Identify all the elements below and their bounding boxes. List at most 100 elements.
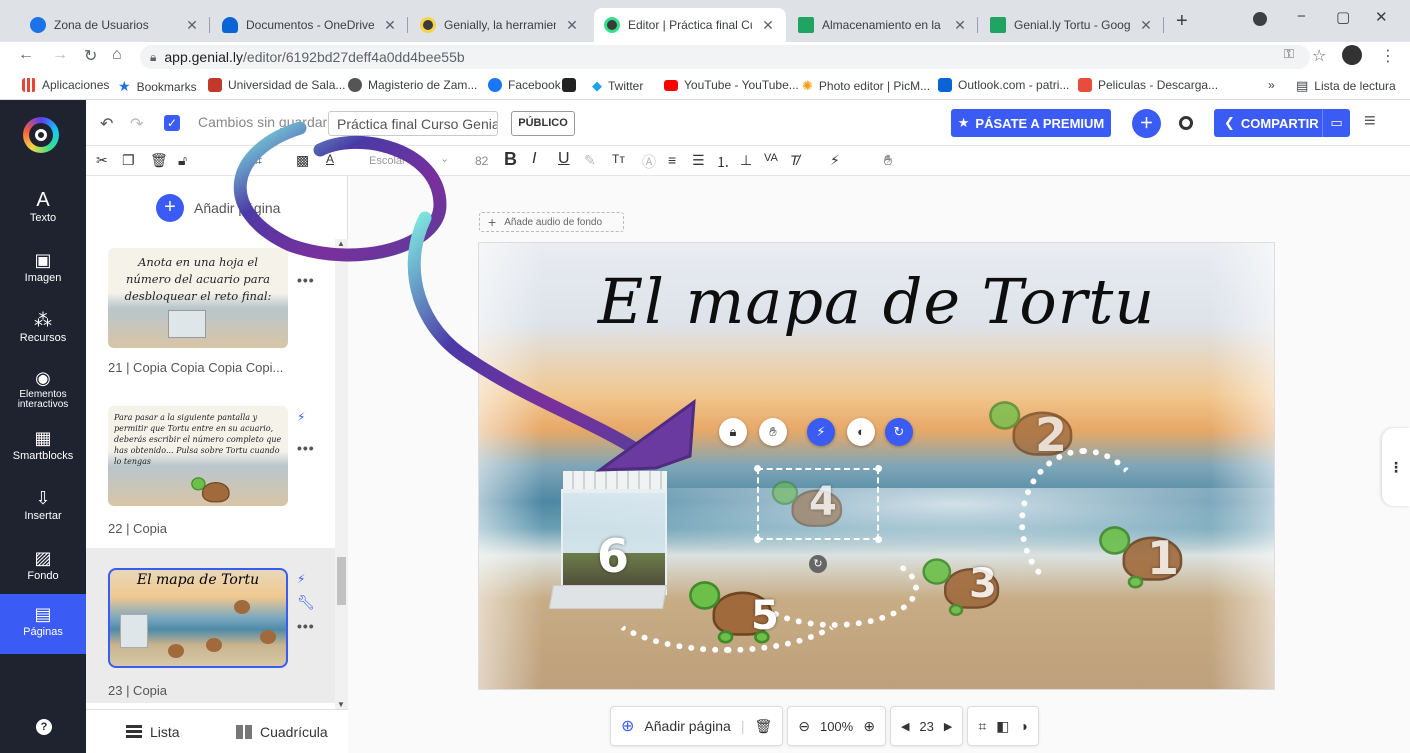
transparency-icon[interactable]: ▩ <box>296 152 309 169</box>
rotate-handle-icon[interactable]: ↻ <box>809 555 827 573</box>
minimize-icon[interactable]: − <box>1297 8 1306 25</box>
close-tab-icon[interactable]: ✕ <box>564 17 580 34</box>
interactivity-icon[interactable]: ⚡︎ <box>830 152 840 169</box>
close-tab-icon[interactable]: ✕ <box>760 17 776 34</box>
sidebar-item-fondo[interactable]: ▨ Fondo <box>0 538 86 598</box>
page-thumbnail-selected[interactable]: El mapa de Tortu <box>108 568 288 668</box>
align-icon[interactable]: ≡ <box>668 152 676 168</box>
interactivity-icon[interactable]: ⚡︎ <box>297 410 305 424</box>
bookmark-star-icon[interactable]: ☆ <box>1312 46 1326 66</box>
chevron-down-icon[interactable]: ⌄ <box>440 152 449 165</box>
browser-menu-icon[interactable]: ⋮ <box>1380 46 1396 66</box>
reload-icon[interactable]: ↻ <box>84 46 97 66</box>
scroll-down-icon[interactable]: ▼ <box>337 700 345 709</box>
scrollbar-thumb[interactable] <box>337 557 346 605</box>
page-thumbnail[interactable]: Para pasar a la siguiente pantalla y per… <box>108 406 288 506</box>
bookmark-item[interactable]: Peliculas - Descarga... <box>1078 78 1218 92</box>
close-tab-icon[interactable]: ✕ <box>1138 17 1154 34</box>
sidebar-item-recursos[interactable]: ⁂ Recursos <box>0 300 86 360</box>
browser-tab[interactable]: Documentos - OneDrive ✕ <box>212 8 408 42</box>
browser-tab[interactable]: Zona de Usuarios ✕ <box>20 8 210 42</box>
wrench-icon[interactable]: 🔧︎ <box>297 594 315 611</box>
page-options-icon[interactable]: ••• <box>297 618 315 634</box>
delete-icon[interactable]: 🗑︎ <box>150 152 168 169</box>
redo-icon[interactable]: ↷ <box>130 114 143 134</box>
sidebar-item-imagen[interactable]: ▣ Imagen <box>0 240 86 300</box>
split-view-icon[interactable]: ◧ <box>996 718 1009 735</box>
present-icon[interactable]: ▭ <box>1322 109 1350 137</box>
address-bar[interactable]: 🔒︎ app.genial.ly/editor/6192bd27deff4a0d… <box>140 45 1310 69</box>
cut-icon[interactable]: ✂ <box>96 152 108 169</box>
italic-icon[interactable]: I <box>532 150 536 168</box>
scroll-up-icon[interactable]: ▲ <box>337 239 345 248</box>
public-button[interactable]: PÚBLICO <box>511 111 575 136</box>
element-visibility-icon[interactable]: ◐ <box>847 418 875 446</box>
browser-tab[interactable]: Genial.ly Tortu - Google Dri ✕ <box>980 8 1164 42</box>
prev-page-icon[interactable]: ◀ <box>901 720 909 733</box>
back-icon[interactable]: ← <box>18 46 34 64</box>
view-grid-tab[interactable]: Cuadrícula <box>236 724 328 740</box>
home-icon[interactable]: ⌂ <box>112 46 122 64</box>
bookmark-item[interactable]: ◆ Twitter <box>592 78 643 94</box>
underline-icon[interactable]: U <box>558 150 570 168</box>
bookmark-item[interactable]: Outlook.com - patri... <box>938 78 1069 92</box>
element-lock-icon[interactable]: 🔒︎ <box>719 418 747 446</box>
view-list-tab[interactable]: Lista <box>126 724 180 740</box>
browser-tab-active[interactable]: Editor | Práctica final Curso ✕ <box>594 8 786 42</box>
lock-icon[interactable]: 🔓︎ <box>178 152 187 169</box>
copy-icon[interactable]: ❐ <box>122 152 135 169</box>
sidebar-item-texto[interactable]: A Texto <box>0 180 86 240</box>
bookmark-apps[interactable]: Aplicaciones <box>22 78 109 92</box>
crop-icon[interactable]: ⌗ <box>254 152 262 169</box>
close-window-icon[interactable]: ✕ <box>1375 8 1388 26</box>
close-tab-icon[interactable]: ✕ <box>382 17 398 34</box>
text-case-icon[interactable]: Tт <box>612 152 625 166</box>
bold-icon[interactable]: B <box>504 149 517 170</box>
page-options-icon[interactable]: ••• <box>297 440 315 456</box>
bookmark-item[interactable]: ✺ Photo editor | PicM... <box>802 78 930 94</box>
key-icon[interactable]: ⚿ <box>1284 46 1294 62</box>
selection-box[interactable] <box>754 465 882 543</box>
vertical-align-icon[interactable]: ⊥ <box>740 152 752 169</box>
text-color-icon[interactable]: A <box>326 152 334 166</box>
maximize-icon[interactable]: ▢ <box>1336 8 1350 26</box>
profile-dot-icon[interactable] <box>1253 12 1267 26</box>
bookmark-item[interactable]: Universidad de Sala... <box>208 78 345 92</box>
element-interactivity-icon[interactable]: ⚡︎ <box>807 418 835 446</box>
preview-eye-icon[interactable] <box>1179 116 1193 130</box>
add-page-button[interactable]: + Añadir página <box>156 194 280 222</box>
interactivity-icon[interactable]: ⚡︎ <box>297 572 305 586</box>
aquarium-image[interactable]: 6 <box>541 467 671 615</box>
pages-scrollbar[interactable]: ▲ ▼ <box>335 239 348 709</box>
zoom-out-icon[interactable]: ⊖ <box>798 718 810 735</box>
bottom-add-page-button[interactable]: Añadir página <box>644 718 730 734</box>
next-page-icon[interactable]: ▶ <box>944 720 952 733</box>
new-tab-button[interactable]: + <box>1176 10 1188 33</box>
element-animation-icon[interactable]: ↻ <box>885 418 913 446</box>
help-icon[interactable]: ? <box>36 719 52 735</box>
bookmark-item[interactable]: ★ Bookmarks <box>118 78 197 95</box>
highlight-icon[interactable]: ✎ <box>584 152 596 169</box>
avatar[interactable] <box>1342 45 1362 65</box>
zoom-in-icon[interactable]: ⊕ <box>863 718 875 735</box>
bullet-list-icon[interactable]: ☰ <box>692 152 705 169</box>
slide[interactable]: El mapa de Tortu 6 5 4 3 2 1 ↻ 🔒︎ ✋︎ ⚡︎ … <box>478 242 1275 690</box>
hand-icon[interactable]: ✋︎ <box>884 152 892 169</box>
font-family-select[interactable]: Escolar <box>369 155 406 167</box>
text-outline-icon[interactable]: Ⓐ <box>642 152 656 172</box>
page-thumbnail[interactable]: Anota en una hoja el número del acuario … <box>108 248 288 348</box>
browser-tab[interactable]: Genially, la herramienta par ✕ <box>410 8 590 42</box>
sidebar-item-paginas[interactable]: ▤ Páginas <box>0 594 86 654</box>
editor-menu-icon[interactable]: ≡ <box>1364 111 1382 131</box>
bookmark-item[interactable]: YouTube - YouTube... <box>664 78 799 92</box>
bookmark-item[interactable]: Magisterio de Zam... <box>348 78 477 92</box>
genially-logo[interactable] <box>23 117 59 153</box>
add-collaborator-button[interactable]: ＋ <box>1132 109 1161 138</box>
font-size-input[interactable]: 82 <box>475 154 488 168</box>
add-background-audio-button[interactable]: + Añade audio de fondo <box>479 212 624 232</box>
page-options-icon[interactable]: ••• <box>297 272 315 288</box>
sidebar-item-elementos-interactivos[interactable]: ◉ Elementos interactivos <box>0 358 86 424</box>
share-button[interactable]: ❮ COMPARTIR ▭ <box>1214 109 1350 137</box>
slide-title[interactable]: El mapa de Tortu <box>479 265 1274 338</box>
close-tab-icon[interactable]: ✕ <box>184 17 200 34</box>
